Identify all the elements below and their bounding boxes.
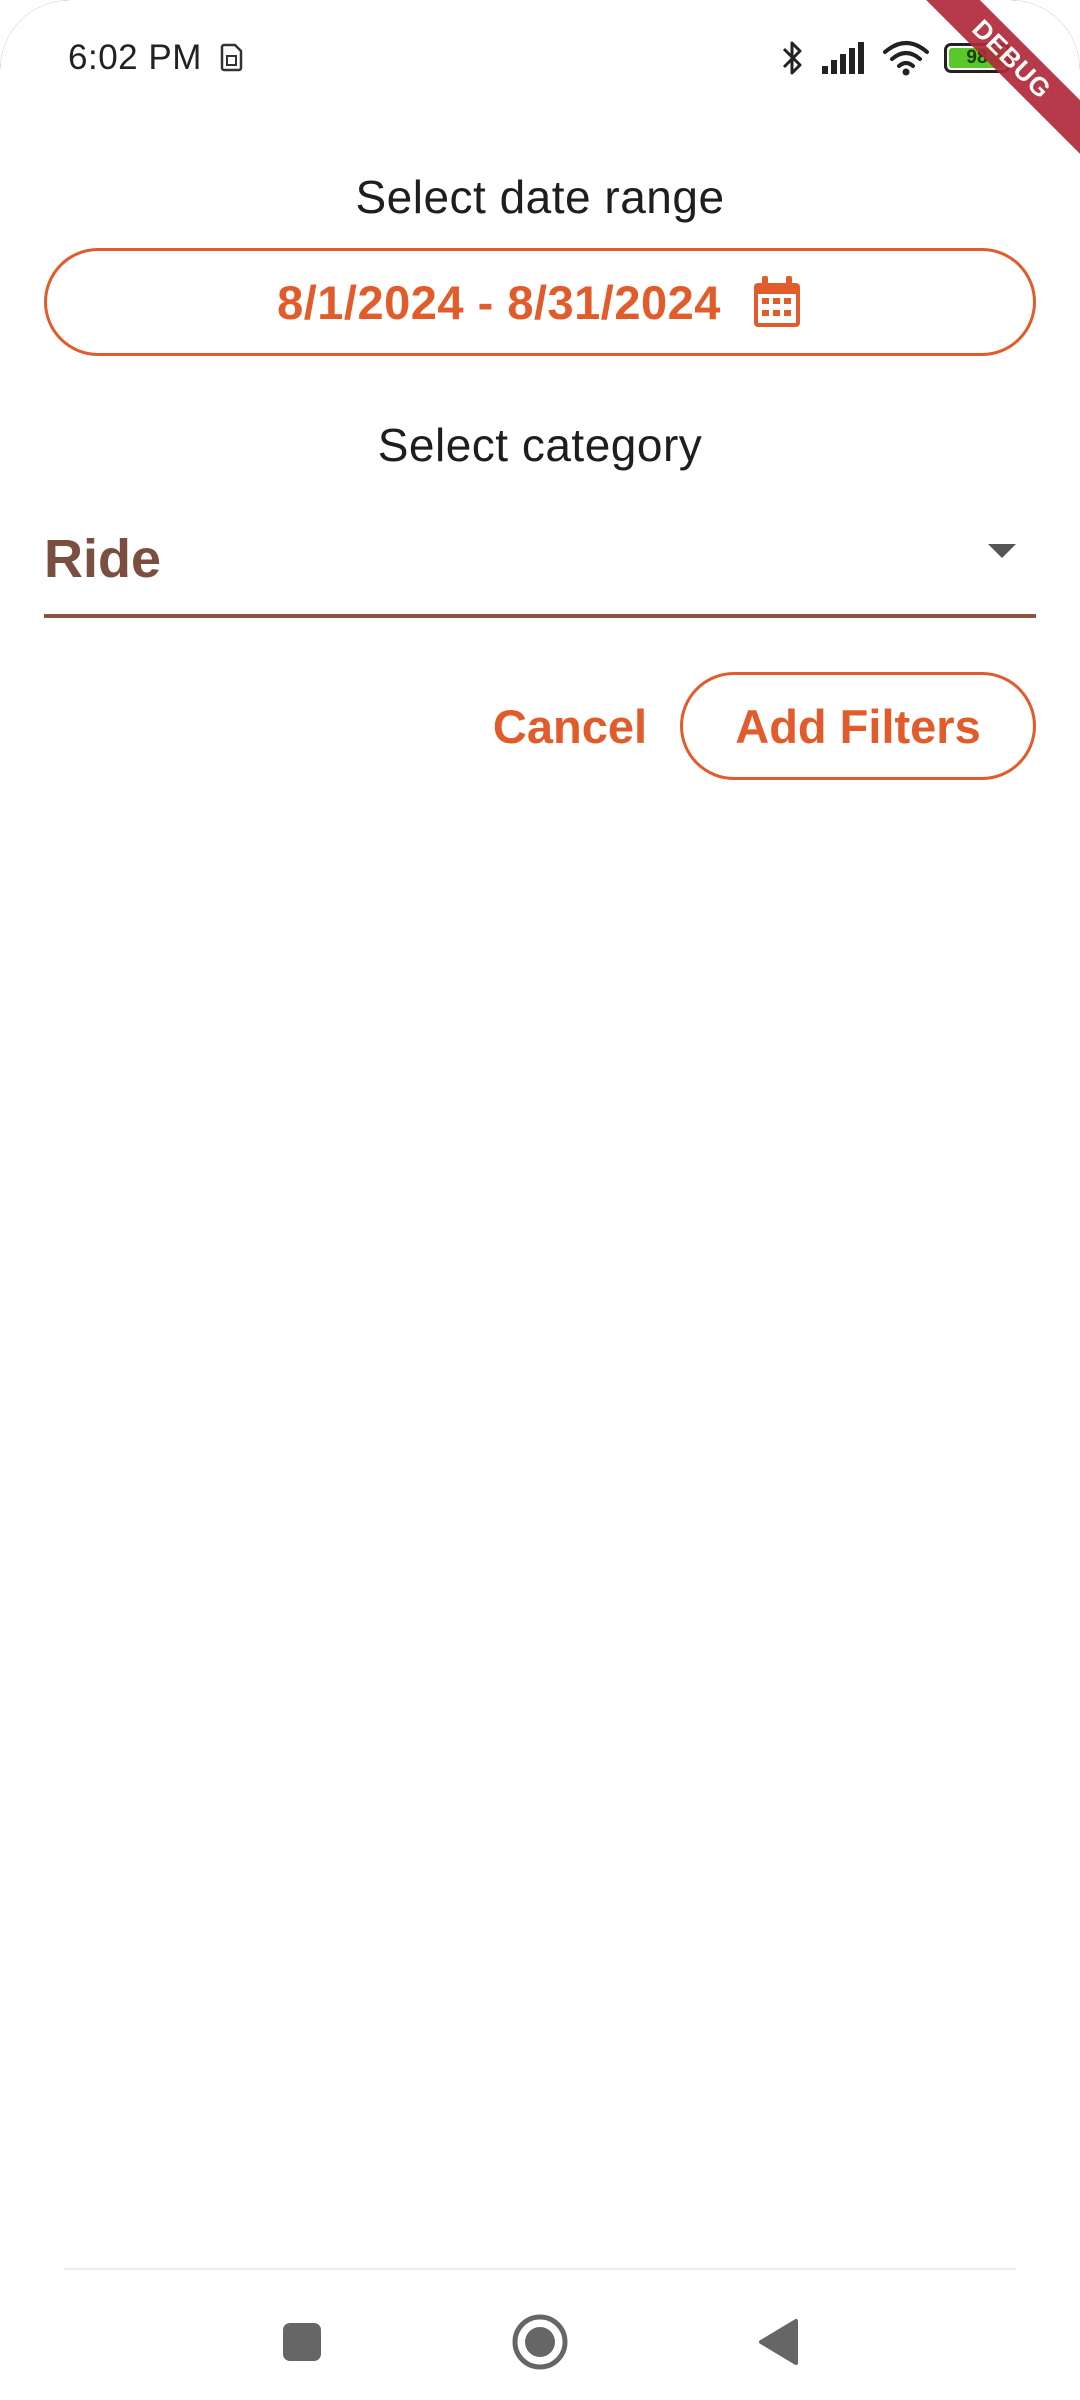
system-nav-bar: [0, 2270, 1080, 2400]
date-range-button[interactable]: 8/1/2024 - 8/31/2024: [44, 248, 1036, 356]
date-range-label: Select date range: [355, 171, 725, 223]
sim-icon: [220, 43, 243, 72]
date-range-value: 8/1/2024 - 8/31/2024: [277, 275, 721, 329]
home-button[interactable]: [508, 2310, 572, 2374]
home-icon: [512, 2314, 568, 2370]
status-time: 6:02 PM: [68, 38, 202, 77]
category-dropdown[interactable]: Ride: [44, 508, 1036, 618]
cancel-button[interactable]: Cancel: [480, 672, 660, 780]
screen: 6:02 PM 98 DEBUG Select date range 8/1/2…: [0, 0, 1080, 2400]
back-button[interactable]: [746, 2310, 810, 2374]
app-surface: [0, 0, 1080, 2400]
calendar-icon: [753, 276, 800, 327]
status-bar: 6:02 PM 98: [0, 0, 1080, 120]
battery-level: 98: [966, 47, 988, 68]
battery-tip: [1010, 54, 1015, 64]
dropdown-arrow-icon: [988, 544, 1016, 558]
recents-icon: [283, 2323, 321, 2361]
recents-button[interactable]: [270, 2310, 334, 2374]
back-icon: [759, 2319, 798, 2365]
battery-icon: 98: [944, 43, 1015, 73]
wifi-icon: [883, 41, 929, 76]
category-label: Select category: [377, 419, 703, 471]
signal-icon: [822, 42, 864, 74]
category-value: Ride: [44, 529, 162, 589]
status-icons: 98: [780, 36, 1015, 80]
add-filters-button[interactable]: Add Filters: [680, 672, 1036, 780]
bluetooth-icon: [782, 41, 802, 75]
